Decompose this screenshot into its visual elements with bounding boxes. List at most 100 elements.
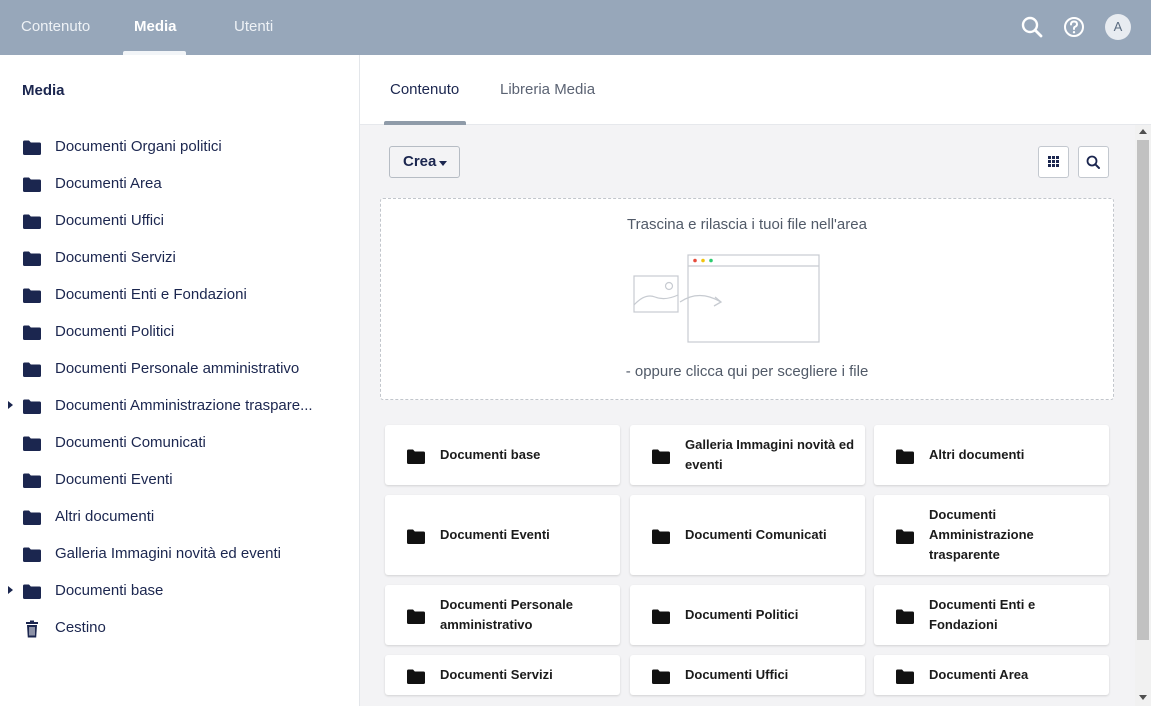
folder-card-label: Documenti Amministrazione trasparente [929,507,1034,562]
sidebar-tree-item[interactable]: Documenti Amministrazione traspare... [0,388,359,425]
sidebar-tree-item[interactable]: Altri documenti [0,499,359,536]
folder-icon [407,669,425,684]
caret-down-icon [439,161,447,166]
topnav-media[interactable]: Media [134,0,177,55]
search-media-button[interactable] [1078,146,1109,178]
sidebar-tree-item[interactable]: Documenti Organi politici [0,129,359,166]
file-dropzone[interactable]: Trascina e rilascia i tuoi file nell'are… [380,198,1114,400]
create-button-label: Crea [403,153,437,170]
folder-icon [652,529,670,544]
search-icon[interactable] [1019,14,1045,40]
folder-card[interactable]: Galleria Immagini novità ed eventi [630,425,865,485]
vertical-scrollbar[interactable] [1135,125,1151,706]
tree-item-label: Documenti Comunicati [55,434,206,451]
folder-card[interactable]: Documenti Politici [630,585,865,645]
folder-card-label: Documenti Servizi [440,667,553,682]
tree-item-label: Documenti Servizi [55,249,176,266]
folder-icon [407,449,425,464]
user-avatar[interactable]: A [1105,14,1131,40]
sidebar-tree-item[interactable]: Documenti Enti e Fondazioni [0,277,359,314]
folder-icon [23,140,41,155]
tree-item-label: Documenti Area [55,175,162,192]
expand-caret-icon[interactable] [8,401,13,409]
sidebar-tree-item[interactable]: Documenti Politici [0,314,359,351]
scroll-up-arrow-icon[interactable] [1139,129,1147,134]
folder-icon [23,325,41,340]
tree-item-label: Documenti Organi politici [55,138,222,155]
sidebar-tree-item[interactable]: Galleria Immagini novità ed eventi [0,536,359,573]
upload-illustration [633,253,823,345]
grid-icon [1048,156,1059,167]
tree-item-label: Documenti Politici [55,323,175,340]
folder-card-label: Altri documenti [929,447,1025,462]
folder-card[interactable]: Documenti Comunicati [630,495,865,575]
dropzone-subtitle: - oppure clicca qui per scegliere i file [625,363,869,380]
folder-card[interactable]: Documenti Eventi [385,495,620,575]
sidebar-tree-item[interactable]: Documenti Comunicati [0,425,359,462]
media-tree-sidebar: Media Documenti Organi politici Documenti… [0,55,360,706]
tree-item-label: Documenti Enti e Fondazioni [55,286,247,303]
topnav-utenti[interactable]: Utenti [234,0,273,55]
grid-view-button[interactable] [1038,146,1069,178]
folder-card[interactable]: Altri documenti [874,425,1109,485]
folder-icon [896,529,914,544]
top-navigation-bar: Contenuto Media Utenti A [0,0,1151,55]
expand-caret-icon[interactable] [8,586,13,594]
folder-icon [23,473,41,488]
folder-icon [23,177,41,192]
folder-card[interactable]: Documenti Area [874,655,1109,695]
sidebar-tree-item[interactable]: Documenti Servizi [0,240,359,277]
sidebar-title: Media [22,82,65,99]
folder-card[interactable]: Documenti Servizi [385,655,620,695]
sidebar-tree-item[interactable]: Documenti base [0,573,359,610]
folder-card-label: Documenti Area [929,667,1029,682]
help-icon[interactable] [1061,14,1087,40]
folder-icon [23,584,41,599]
tree-item-label: Cestino [55,619,106,636]
scroll-down-arrow-icon[interactable] [1139,695,1147,700]
folder-icon [652,609,670,624]
folder-card-label: Documenti Eventi [440,527,550,542]
folder-card-label: Documenti Comunicati [685,527,827,542]
search-icon [1086,155,1100,169]
folder-icon [23,214,41,229]
folder-card[interactable]: Documenti Personale amministrativo [385,585,620,645]
sidebar-tree-item[interactable]: Documenti Eventi [0,462,359,499]
scroll-thumb[interactable] [1137,140,1149,640]
sidebar-tree-item[interactable]: Documenti Personale amministrativo [0,351,359,388]
folder-icon [23,288,41,303]
folder-icon [23,251,41,266]
tree-item-label: Documenti Amministrazione traspare... [55,397,313,414]
folder-card-label: Documenti base [440,447,541,462]
folder-icon [23,547,41,562]
folder-card[interactable]: Documenti Uffici [630,655,865,695]
folder-card-label: Galleria Immagini novità ed eventi [685,437,855,472]
folder-icon [896,669,914,684]
folder-card[interactable]: Documenti base [385,425,620,485]
content-tabs: Contenuto Libreria Media [360,55,1151,125]
folder-icon [652,669,670,684]
tree-item-label: Documenti Eventi [55,471,173,488]
folder-icon [23,436,41,451]
folder-icon [23,510,41,525]
folder-card[interactable]: Documenti Amministrazione trasparente [874,495,1109,575]
folder-card-label: Documenti Personale amministrativo [440,597,573,632]
folder-card-label: Documenti Enti e Fondazioni [929,597,1036,632]
tree-item-label: Documenti Uffici [55,212,164,229]
topnav-contenuto[interactable]: Contenuto [21,0,90,55]
create-button[interactable]: Crea [389,146,460,178]
folder-card-label: Documenti Politici [685,607,799,622]
tab-libreria-media[interactable]: Libreria Media [500,81,595,98]
tree-item-label: Documenti base [55,582,164,599]
sidebar-tree-item[interactable]: Documenti Area [0,166,359,203]
tab-active-indicator [384,121,466,125]
main-content: Contenuto Libreria Media Crea Trascina e… [360,55,1151,706]
tab-contenuto[interactable]: Contenuto [390,81,459,98]
sidebar-tree-item[interactable]: Documenti Uffici [0,203,359,240]
sidebar-tree-item[interactable]: Cestino [0,610,359,647]
folder-card[interactable]: Documenti Enti e Fondazioni [874,585,1109,645]
folder-icon [652,449,670,464]
folder-icon [407,609,425,624]
tree-item-label: Galleria Immagini novità ed eventi [55,545,281,562]
tree-item-label: Documenti Personale amministrativo [55,360,300,377]
